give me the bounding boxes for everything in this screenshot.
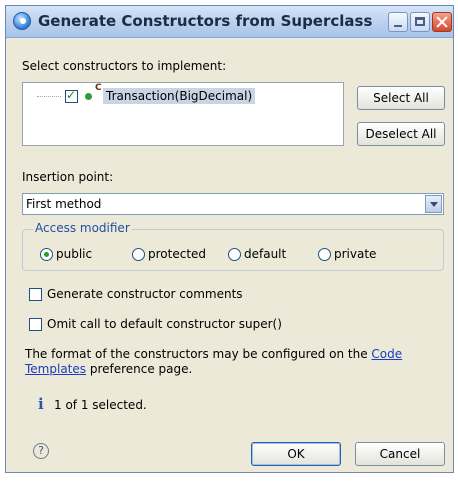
radio-public-label[interactable]: public — [56, 247, 92, 261]
public-method-icon — [85, 93, 92, 100]
code-templates-link[interactable]: Code — [371, 347, 402, 361]
omit-super-checkbox[interactable] — [29, 318, 42, 331]
window-title: Generate Constructors from Superclass — [38, 12, 373, 30]
radio-private[interactable] — [318, 248, 331, 261]
radio-default-label[interactable]: default — [244, 247, 286, 261]
chevron-down-icon[interactable] — [425, 195, 442, 213]
selection-status: 1 of 1 selected. — [54, 398, 147, 412]
radio-protected-label[interactable]: protected — [148, 247, 206, 261]
minimize-button[interactable] — [388, 12, 408, 32]
title-bar[interactable]: Generate Constructors from Superclass — [6, 6, 453, 38]
radio-protected[interactable] — [132, 248, 145, 261]
select-all-button[interactable]: Select All — [357, 86, 445, 110]
generate-comments-checkbox[interactable] — [29, 288, 42, 301]
constructor-badge-icon: C — [95, 83, 102, 93]
note-text-after: preference page. — [86, 362, 193, 376]
constructors-label: Select constructors to implement: — [22, 59, 227, 73]
radio-default[interactable] — [228, 248, 241, 261]
close-button[interactable] — [432, 12, 452, 32]
generate-comments-label[interactable]: Generate constructor comments — [47, 287, 243, 301]
help-icon[interactable]: ? — [33, 443, 49, 459]
template-note: The format of the constructors may be co… — [25, 347, 425, 377]
maximize-button[interactable] — [410, 12, 430, 32]
info-icon: i — [38, 395, 44, 413]
insertion-point-select[interactable]: First method — [22, 193, 444, 215]
tree-connector — [37, 96, 61, 97]
insertion-point-value: First method — [26, 197, 102, 211]
app-icon — [13, 12, 31, 30]
ok-button[interactable]: OK — [251, 442, 341, 466]
insertion-point-label: Insertion point: — [22, 170, 114, 184]
omit-super-label[interactable]: Omit call to default constructor super() — [47, 317, 282, 331]
radio-public[interactable] — [40, 248, 53, 261]
constructor-checkbox[interactable] — [65, 88, 78, 103]
constructor-tree[interactable]: C Transaction(BigDecimal) — [22, 82, 344, 146]
radio-private-label[interactable]: private — [334, 247, 376, 261]
cancel-button[interactable]: Cancel — [355, 442, 445, 466]
deselect-all-button[interactable]: Deselect All — [357, 122, 445, 146]
access-modifier-title: Access modifier — [33, 221, 132, 235]
templates-link[interactable]: Templates — [25, 362, 86, 376]
note-text-before: The format of the constructors may be co… — [25, 347, 372, 361]
constructor-item-label[interactable]: Transaction(BigDecimal) — [103, 88, 256, 104]
